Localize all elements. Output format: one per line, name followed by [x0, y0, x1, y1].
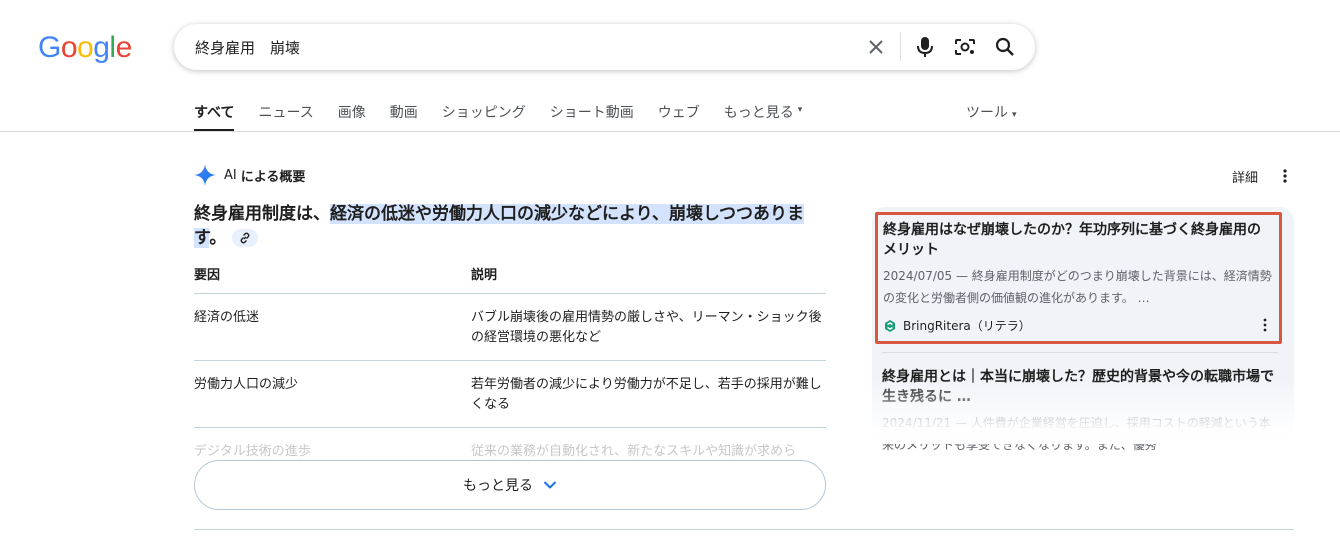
tab-all[interactable]: すべて: [194, 92, 235, 132]
ai-overview-label-prefix: AI: [224, 167, 237, 183]
search-tabs: すべて ニュース 画像 動画 ショッピング ショート動画 ウェブ もっと見る ▾: [194, 92, 826, 132]
search-box: [174, 24, 1035, 70]
search-actions-divider: [900, 33, 901, 61]
citation-link-button[interactable]: [232, 229, 259, 247]
ai-overview-header: AI による概要: [194, 164, 305, 186]
tab-more-label: もっと見る: [723, 105, 794, 121]
microphone-icon: [917, 37, 933, 57]
source-site[interactable]: BringRitera（リテラ）: [883, 317, 1031, 334]
google-logo[interactable]: Google: [38, 30, 132, 66]
search-actions: [856, 24, 1025, 70]
ai-overview-menu-button[interactable]: [1276, 166, 1294, 186]
logo-letter: e: [115, 31, 133, 64]
logo-letter: G: [38, 31, 61, 64]
source-card[interactable]: 終身雇用はなぜ崩壊したのか？年功序列に基づく終身雇用のメリット 2024/07/…: [875, 212, 1282, 344]
table-cell: 若年労働者の減少により労働力が不足し、若手の採用が難しくなる: [471, 377, 822, 412]
ai-overview-summary: 終身雇用制度は、経済の低迷や労働力人口の減少などにより、崩壊しつつあります。: [194, 202, 834, 250]
section-divider: [194, 529, 1294, 530]
table-header-row: 要因 説明: [194, 262, 826, 294]
tab-images[interactable]: 画像: [338, 92, 366, 132]
gemini-sparkle-icon: [194, 164, 216, 186]
table-cell: バブル崩壊後の雇用情勢の厳しさや、リーマン・ショック後の経営環境の悪化など: [471, 310, 822, 345]
factors-table: 要因 説明 経済の低迷 バブル崩壊後の雇用情勢の厳しさや、リーマン・ショック後の…: [194, 262, 826, 474]
table-row: 労働力人口の減少 若年労働者の減少により労働力が不足し、若手の採用が難しくなる: [194, 361, 826, 428]
table-cell: デジタル技術の進歩: [194, 444, 311, 459]
logo-letter: o: [60, 31, 78, 64]
tools-label: ツール: [966, 105, 1008, 121]
logo-letter: o: [77, 31, 94, 64]
close-icon: [869, 40, 883, 54]
caret-down-icon: ▾: [797, 105, 803, 115]
show-more-label: もっと見る: [463, 478, 533, 494]
source-site-name: BringRitera（リテラ）: [903, 319, 1031, 333]
details-button[interactable]: 詳細: [1232, 167, 1258, 186]
clear-button[interactable]: [856, 27, 896, 67]
tab-videos[interactable]: 動画: [390, 92, 418, 132]
table-row: 経済の低迷 バブル崩壊後の雇用情勢の厳しさや、リーマン・ショック後の経営環境の悪…: [194, 294, 826, 361]
more-vert-icon: [1263, 318, 1267, 332]
source-card-snippet: 2024/11/21 — 人件費が企業経営を圧迫し、採用コストの軽減という本来の…: [882, 416, 1271, 452]
link-icon: [240, 232, 250, 244]
chevron-down-icon: [543, 481, 557, 489]
show-more-button[interactable]: もっと見る: [194, 460, 826, 510]
tab-short-videos[interactable]: ショート動画: [550, 92, 634, 132]
lens-search-button[interactable]: [945, 27, 985, 67]
summary-text: 終身雇用制度は、: [194, 204, 330, 224]
caret-down-icon: ▾: [1012, 110, 1017, 120]
voice-search-button[interactable]: [905, 27, 945, 67]
summary-period: 。: [209, 228, 227, 248]
search-input[interactable]: [195, 27, 855, 67]
tab-news[interactable]: ニュース: [258, 92, 313, 132]
tools-button[interactable]: ツール ▾: [966, 102, 1017, 122]
search-icon: [995, 37, 1014, 56]
source-card-menu-button[interactable]: [1259, 317, 1271, 333]
tab-more[interactable]: もっと見る ▾: [724, 92, 803, 132]
ai-overview-label: による概要: [240, 169, 306, 185]
table-header-description: 説明: [471, 268, 498, 283]
table-header-factor: 要因: [194, 268, 221, 283]
header-divider: [0, 131, 1340, 132]
table-cell: 労働力人口の減少: [194, 377, 299, 392]
source-card-title[interactable]: 終身雇用はなぜ崩壊したのか？年功序列に基づく終身雇用のメリット: [883, 220, 1273, 260]
source-card-title[interactable]: 終身雇用とは｜本当に崩壊した？歴史的背景や今の転職市場で生き残るに …: [882, 367, 1282, 407]
camera-lens-icon: [955, 39, 975, 55]
source-card-divider: [882, 352, 1278, 353]
table-cell: 従来の業務が自動化され、新たなスキルや知識が求めら: [471, 444, 797, 459]
tab-web[interactable]: ウェブ: [658, 92, 700, 132]
search-button[interactable]: [985, 27, 1025, 67]
site-favicon-icon: [885, 319, 895, 332]
logo-letter: g: [93, 31, 110, 64]
table-cell: 経済の低迷: [194, 310, 260, 325]
source-card-snippet: 2024/07/05 — 終身雇用制度がどのつまり崩壊した背景には、経済情勢の変…: [883, 269, 1272, 305]
more-vert-icon: [1283, 169, 1287, 183]
tab-shopping[interactable]: ショッピング: [442, 92, 526, 132]
summary-highlight: 経済の低迷や労働力人口の減少などにより、崩壊しつつあり: [330, 204, 787, 224]
